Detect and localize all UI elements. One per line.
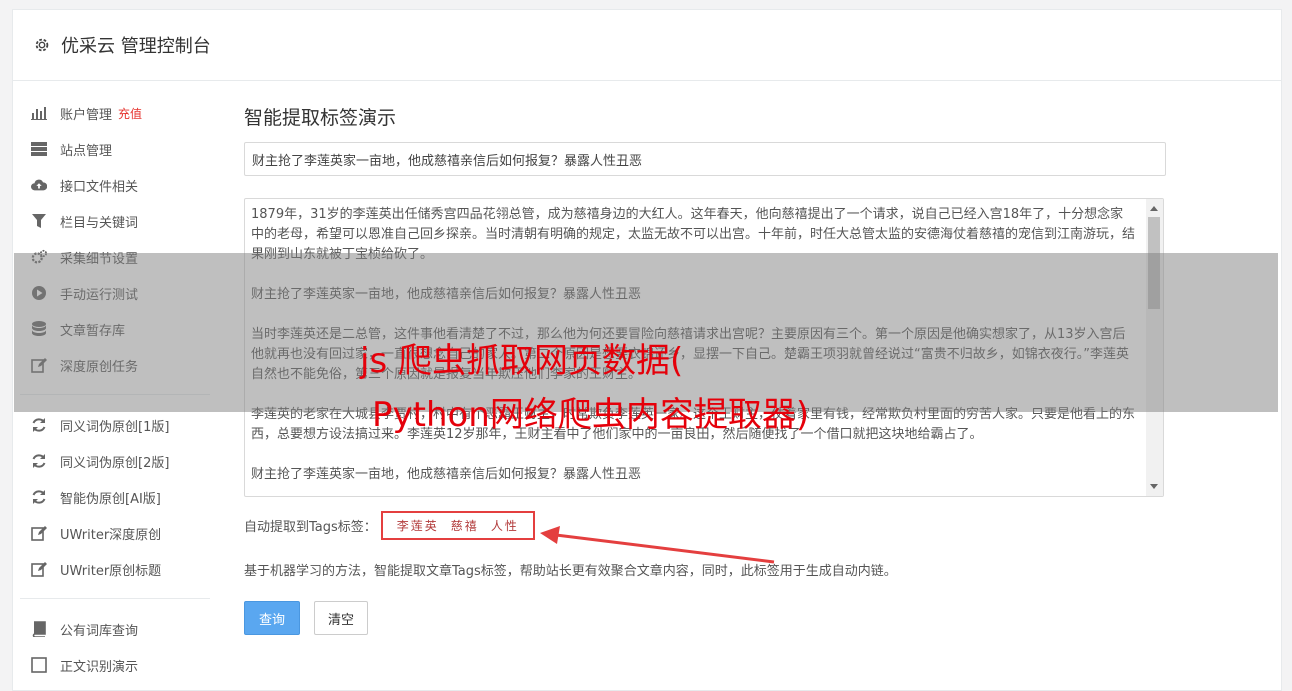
gear-icon: [35, 38, 49, 52]
red-arrow-annotation: [540, 526, 775, 564]
tags-label: 自动提取到Tags标签：: [244, 520, 377, 535]
tags-box: 李莲英 慈禧 人性: [380, 511, 535, 540]
overlay-caption-line2: Python网络爬虫内容提取器): [372, 395, 810, 435]
filter-icon: [31, 213, 47, 229]
sidebar-item[interactable]: UWriter深度原创: [20, 515, 210, 551]
scroll-down-arrow-icon[interactable]: [1150, 484, 1158, 489]
page-title: 优采云 管理控制台: [61, 36, 211, 57]
edit-icon: [31, 561, 47, 577]
sidebar-divider: [20, 598, 210, 599]
sidebar-item[interactable]: UWriter原创标题: [20, 551, 210, 587]
sidebar-item[interactable]: 接口文件相关: [20, 167, 210, 203]
query-button[interactable]: 查询: [244, 601, 300, 635]
panel-header: 优采云 管理控制台: [13, 10, 1281, 81]
cloud-upload-icon: [31, 177, 47, 193]
sidebar-item-label: 接口文件相关: [60, 179, 139, 195]
sidebar-item-label: 栏目与关键词: [60, 215, 139, 231]
overlay-caption: js 爬虫抓取网页数据( Python网络爬虫内容提取器): [360, 334, 980, 442]
sidebar-item-label: UWriter深度原创: [60, 527, 162, 543]
book-icon: [31, 621, 47, 637]
overlay-caption-line1: js 爬虫抓取网页数据(: [360, 341, 684, 381]
refresh-icon: [31, 417, 47, 433]
sidebar-item-label: 智能伪原创[AI版]: [60, 491, 161, 507]
sidebar-item-label: 站点管理: [60, 143, 113, 159]
sidebar-item-label: 账户管理: [60, 107, 113, 123]
refresh-icon: [31, 453, 47, 469]
sidebar-item[interactable]: 同义词伪原创[2版]: [20, 443, 210, 479]
edit-icon: [31, 525, 47, 541]
recharge-link[interactable]: 充值: [118, 105, 142, 122]
tag-item: 人性: [490, 519, 519, 533]
sidebar-item-label: UWriter原创标题: [60, 563, 162, 579]
sidebar-item-label: 同义词伪原创[1版]: [60, 419, 170, 435]
bar-chart-icon: [31, 105, 47, 121]
tag-item: 慈禧: [450, 519, 479, 533]
section-title: 智能提取标签演示: [244, 107, 397, 129]
sidebar-item[interactable]: 公有词库查询: [20, 611, 210, 647]
square-icon: [31, 657, 47, 673]
sidebar-item[interactable]: 栏目与关键词: [20, 203, 210, 239]
sidebar-item[interactable]: 同义词伪原创[1版]: [20, 407, 210, 443]
action-buttons: 查询 清空: [244, 601, 1164, 635]
sidebar-item-label: 正文识别演示: [60, 659, 139, 675]
sidebar-item[interactable]: 智能伪原创[AI版]: [20, 479, 210, 515]
clear-button[interactable]: 清空: [314, 601, 368, 635]
sidebar-item-label: 同义词伪原创[2版]: [60, 455, 170, 471]
sidebar-item[interactable]: 账户管理 充值: [20, 95, 210, 131]
sidebar-item[interactable]: 站点管理: [20, 131, 210, 167]
scroll-up-arrow-icon[interactable]: [1150, 206, 1158, 211]
article-title-input[interactable]: 财主抢了李莲英家一亩地，他成慈禧亲信后如何报复？暴露人性丑恶: [244, 142, 1166, 176]
body-paragraph: 财主抢了李莲英家一亩地，他成慈禧亲信后如何报复？暴露人性丑恶: [251, 467, 642, 482]
server-icon: [31, 141, 47, 157]
sidebar-item[interactable]: 正文识别演示: [20, 647, 210, 683]
refresh-icon: [31, 489, 47, 505]
sidebar-item-label: 公有词库查询: [60, 623, 139, 639]
tag-item: 李莲英: [396, 519, 439, 533]
